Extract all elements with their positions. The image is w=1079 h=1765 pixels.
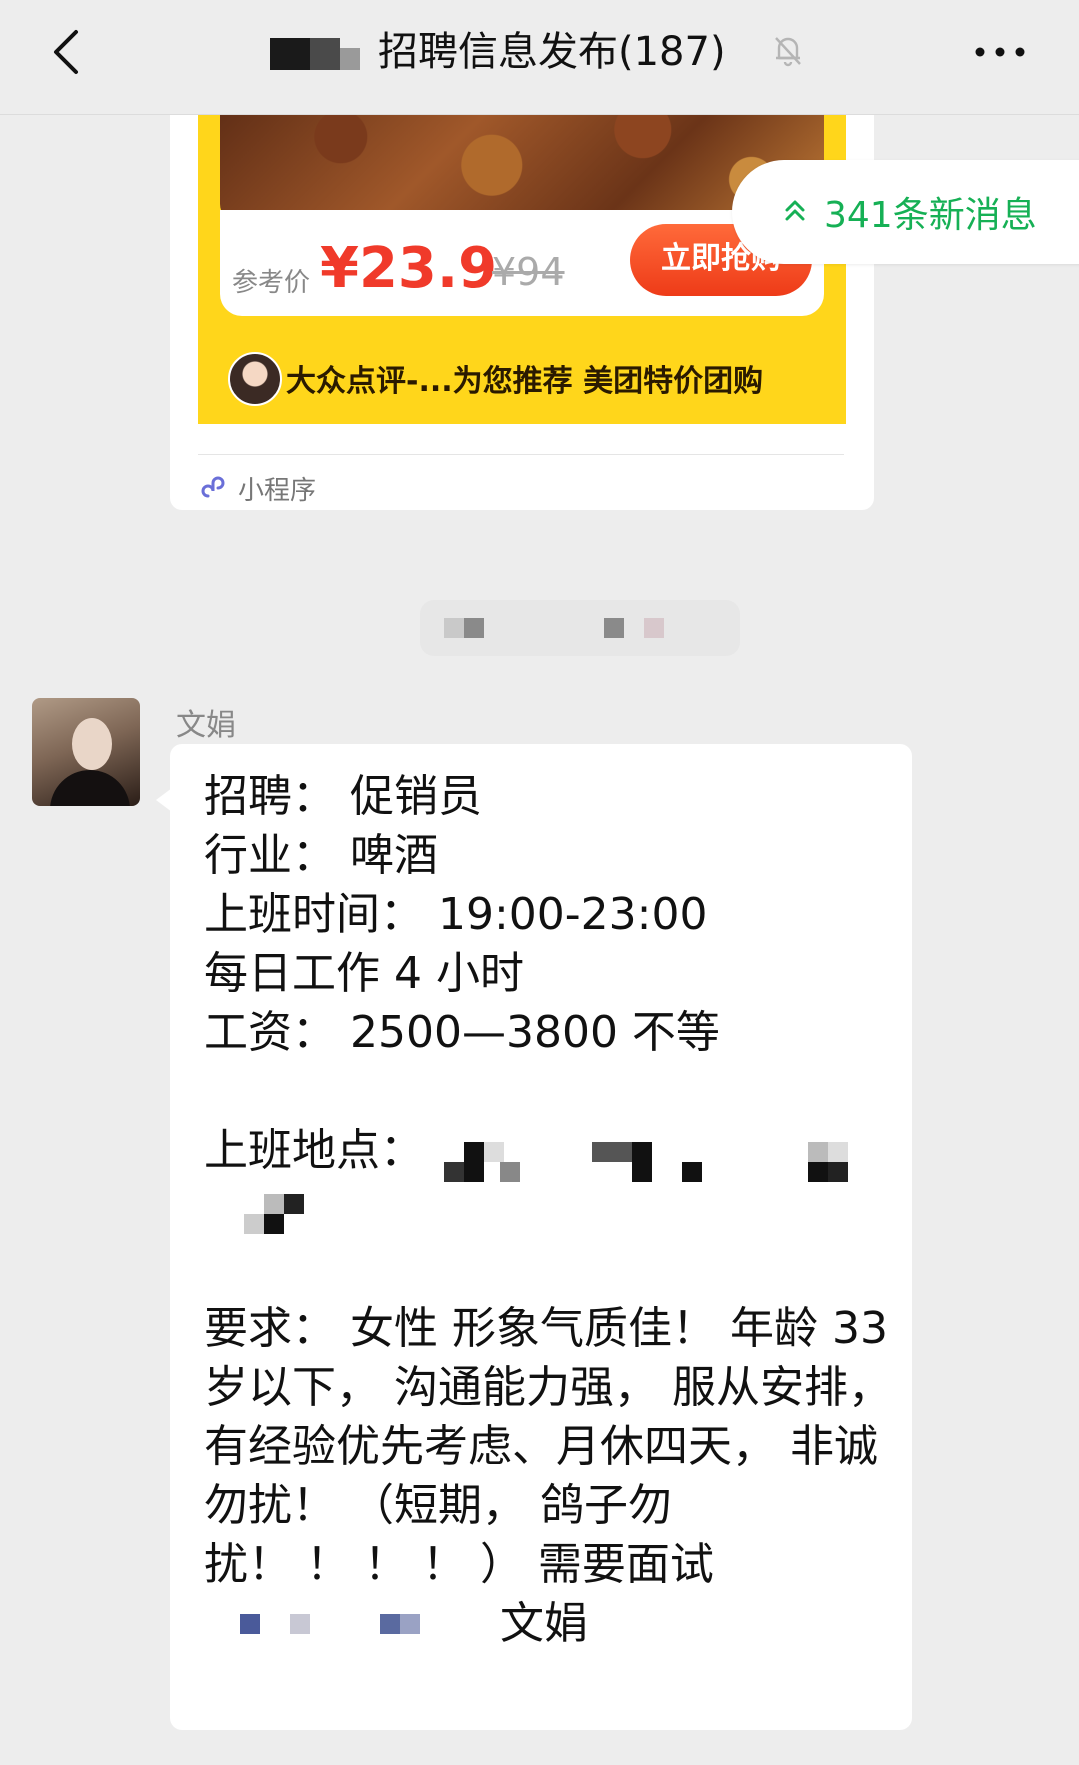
message-line: 工资： 2500—3800 不等 [204, 1007, 720, 1058]
mini-program-label: 小程序 [238, 476, 317, 506]
message-bubble[interactable]: 招聘： 促销员 行业： 啤酒 上班时间： 19:00-23:00 每日工作 4 … [170, 744, 912, 1730]
divider [198, 454, 844, 455]
mini-program-description: 大众点评-...为您推荐 美团特价团购 [286, 364, 764, 399]
avatar-body [50, 770, 130, 806]
source-avatar [228, 352, 282, 406]
chat-title: 招聘信息发布(187) [378, 29, 726, 75]
avatar-face [72, 718, 112, 770]
bell-off-icon [775, 37, 801, 67]
message-line: 上班地点： [204, 1125, 424, 1176]
redacted-system-message [420, 600, 740, 656]
double-chevron-up-icon [785, 200, 805, 221]
new-messages-pill[interactable]: 341条新消息 [732, 160, 1079, 264]
original-price: ¥94 [492, 250, 565, 294]
chevron-left-icon[interactable] [40, 22, 100, 82]
message-signature: 文娟 [500, 1598, 588, 1649]
reference-price-label: 参考价 [232, 268, 311, 298]
redacted-title-prefix [270, 34, 360, 74]
sender-name: 文娟 [176, 708, 236, 743]
more-horizontal-icon[interactable] [970, 34, 1030, 70]
message-line: 岁以下， 沟通能力强， 服从安排， [204, 1362, 892, 1413]
current-price: ¥23.9 [320, 236, 498, 301]
message-line: 上班时间： 19:00-23:00 [204, 889, 708, 940]
message-line: 行业： 啤酒 [204, 830, 438, 881]
mini-program-icon [201, 476, 225, 498]
message-line: 要求： 女性 形象气质佳！ 年龄 33 [204, 1303, 888, 1354]
message-line: 扰！ ！ ！ ！ ） 需要面试 [204, 1539, 714, 1590]
sender-avatar[interactable] [32, 698, 140, 806]
message-line: 招聘： 促销员 [204, 771, 482, 822]
mini-program-card[interactable]: 参考价 ¥23.9 ¥94 立即抢购 大众点评-...为您推荐 美团特价团购 小… [170, 80, 874, 510]
message-line: 勿扰！ （短期， 鸽子勿 [204, 1480, 672, 1531]
promo-banner: 参考价 ¥23.9 ¥94 立即抢购 大众点评-...为您推荐 美团特价团购 [198, 80, 846, 424]
chat-header: 招聘信息发布(187) [0, 0, 1079, 115]
new-messages-count: 341条新消息 [824, 195, 1037, 236]
message-line: 有经验优先考虑、月休四天， 非诚 [204, 1421, 878, 1472]
message-line: 每日工作 4 小时 [204, 948, 524, 999]
